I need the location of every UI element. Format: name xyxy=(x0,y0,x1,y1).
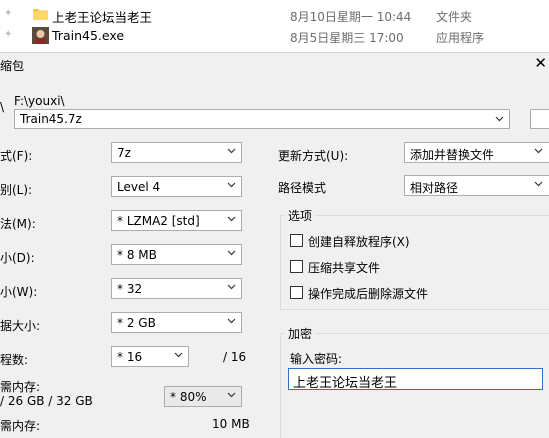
word-size-label: 小(W): xyxy=(0,285,38,299)
chevron-down-icon xyxy=(227,284,236,290)
format-value: 7z xyxy=(117,146,131,160)
add-to-archive-dialog: 缩包 ✕ F:\youxi\ \ Train45.7z 式(F): 7z 别(L… xyxy=(0,52,549,438)
dictionary-value: * 8 MB xyxy=(117,248,157,262)
chevron-down-icon xyxy=(227,250,236,256)
side-arrow-icon: ✦ xyxy=(4,29,13,40)
method-value: * LZMA2 [std] xyxy=(117,214,200,228)
file-type: 文件夹 xyxy=(436,10,473,24)
chevron-down-icon xyxy=(534,148,543,154)
decompress-memory-label: 需内存: xyxy=(0,419,41,433)
archive-name-combobox[interactable]: Train45.7z xyxy=(14,109,510,129)
file-name: Train45.exe xyxy=(52,28,125,43)
chevron-down-icon xyxy=(174,352,183,358)
file-name: 上老王论坛当老王 xyxy=(52,10,153,25)
memory-label: 需内存: xyxy=(0,380,41,394)
memory-info: / 26 GB / 32 GB xyxy=(0,394,93,408)
format-select[interactable]: 7z xyxy=(111,142,242,163)
password-input[interactable]: 上老王论坛当老王 xyxy=(288,368,543,391)
close-icon[interactable]: ✕ xyxy=(534,54,547,72)
level-value: Level 4 xyxy=(117,180,161,194)
compress-shared-checkbox[interactable] xyxy=(290,260,303,273)
update-mode-label: 更新方式(U): xyxy=(278,149,349,163)
path-mode-select[interactable]: 相对路径 xyxy=(404,175,549,196)
threads-max: / 16 xyxy=(223,350,247,364)
archive-label-fragment: \ xyxy=(0,100,5,114)
browse-button[interactable] xyxy=(530,109,549,129)
create-sfx-label[interactable]: 创建自释放程序(X) xyxy=(308,233,410,250)
level-label: 别(L): xyxy=(0,183,33,197)
solid-block-label: 据大小: xyxy=(0,319,41,333)
level-select[interactable]: Level 4 xyxy=(111,176,242,197)
chevron-down-icon xyxy=(227,216,236,222)
file-date: 8月5日星期三 17:00 xyxy=(290,31,404,45)
path-prefix: F:\youxi\ xyxy=(14,94,65,108)
memory-percent-value: * 80% xyxy=(170,390,207,404)
file-row-folder[interactable]: ✦ 上老王论坛当老王 8月10日星期一 10:44 文件夹 xyxy=(0,6,549,25)
threads-value: * 16 xyxy=(117,350,143,364)
compress-shared-label[interactable]: 压缩共享文件 xyxy=(308,259,380,276)
chevron-down-icon xyxy=(227,182,236,188)
memory-percent-select[interactable]: * 80% xyxy=(164,386,242,407)
file-date: 8月10日星期一 10:44 xyxy=(290,10,412,24)
chevron-down-icon xyxy=(227,148,236,154)
chevron-down-icon xyxy=(227,392,236,398)
create-sfx-checkbox[interactable] xyxy=(290,234,303,247)
path-mode-value: 相对路径 xyxy=(410,181,459,195)
dictionary-label: 小(D): xyxy=(0,251,35,265)
app-icon xyxy=(32,27,49,44)
decompress-memory-value: 10 MB xyxy=(212,417,250,431)
side-arrow-icon: ✦ xyxy=(4,8,13,19)
options-title: 选项 xyxy=(285,207,316,224)
format-label: 式(F): xyxy=(0,149,33,163)
chevron-down-icon xyxy=(534,181,543,187)
chevron-down-icon xyxy=(227,318,236,324)
file-row-exe[interactable]: ✦ Train45.exe 8月5日星期三 17:00 应用程序 xyxy=(0,27,549,46)
method-select[interactable]: * LZMA2 [std] xyxy=(111,210,242,231)
password-value: 上老王论坛当老王 xyxy=(293,376,398,391)
chevron-down-icon xyxy=(495,116,504,122)
file-type: 应用程序 xyxy=(436,31,485,45)
word-size-select[interactable]: * 32 xyxy=(111,278,242,299)
threads-label: 程数: xyxy=(0,353,29,367)
dialog-title: 缩包 xyxy=(0,59,25,73)
password-label: 输入密码: xyxy=(290,352,343,366)
archive-name-value: Train45.7z xyxy=(20,112,82,126)
delete-after-label[interactable]: 操作完成后删除源文件 xyxy=(308,285,428,302)
update-mode-value: 添加并替换文件 xyxy=(410,148,495,162)
solid-block-select[interactable]: * 2 GB xyxy=(111,312,242,333)
folder-icon xyxy=(33,9,48,20)
encryption-title: 加密 xyxy=(285,325,316,342)
update-mode-select[interactable]: 添加并替换文件 xyxy=(404,142,549,163)
delete-after-checkbox[interactable] xyxy=(290,286,303,299)
threads-select[interactable]: * 16 xyxy=(111,346,189,367)
word-size-value: * 32 xyxy=(117,282,143,296)
path-mode-label: 路径模式 xyxy=(278,181,327,195)
method-label: 法(M): xyxy=(0,217,36,231)
dictionary-select[interactable]: * 8 MB xyxy=(111,244,242,265)
solid-block-value: * 2 GB xyxy=(117,316,156,330)
